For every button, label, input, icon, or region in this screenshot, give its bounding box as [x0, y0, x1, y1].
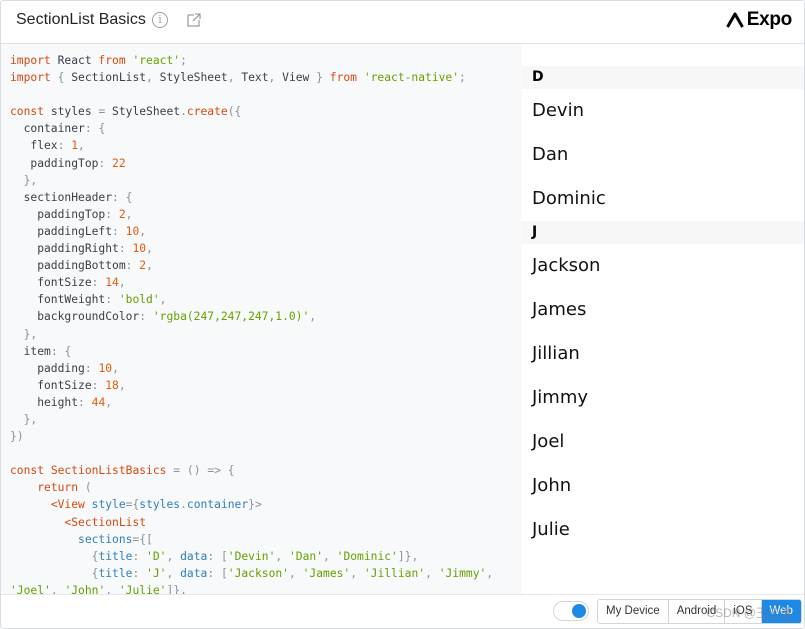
list-item[interactable]: Jimmy	[522, 376, 804, 420]
code-text[interactable]: import React from 'react'; import { Sect…	[1, 44, 522, 594]
preview-toggle[interactable]	[553, 601, 589, 621]
external-link-icon[interactable]	[185, 11, 203, 29]
list-item[interactable]: Dominic	[522, 177, 804, 221]
expo-mark-icon	[725, 12, 744, 28]
list-item[interactable]: John	[522, 464, 804, 508]
info-icon[interactable]: i	[152, 12, 168, 28]
section-header: D	[522, 66, 804, 89]
snack-embed: SectionList Basics i Expo import React f…	[0, 0, 805, 629]
header-bar: SectionList Basics i Expo	[1, 1, 804, 44]
list-item[interactable]: Jillian	[522, 332, 804, 376]
list-item[interactable]: Julie	[522, 508, 804, 552]
code-editor[interactable]: import React from 'react'; import { Sect…	[1, 44, 522, 594]
device-preview[interactable]: D Devin Dan Dominic J Jackson James Jillian Jimm…	[522, 44, 804, 594]
list-item[interactable]: Joel	[522, 420, 804, 464]
footer-bar: My Device Android iOS Web CSDN @玉云逸	[1, 594, 804, 628]
list-item[interactable]: Devin	[522, 89, 804, 133]
section-list[interactable]: D Devin Dan Dominic J Jackson James Jillian Jimm…	[522, 66, 804, 552]
toggle-knob	[572, 604, 586, 618]
list-item[interactable]: Jackson	[522, 244, 804, 288]
watermark: CSDN @玉云逸	[706, 606, 792, 620]
section-header: J	[522, 221, 804, 244]
container-padding	[522, 44, 804, 66]
list-item[interactable]: James	[522, 288, 804, 332]
expo-logo[interactable]: Expo	[725, 9, 793, 31]
platform-button-my-device[interactable]: My Device	[598, 600, 669, 623]
page-title: SectionList Basics	[16, 11, 146, 28]
list-item[interactable]: Dan	[522, 133, 804, 177]
brand-name: Expo	[746, 9, 793, 30]
